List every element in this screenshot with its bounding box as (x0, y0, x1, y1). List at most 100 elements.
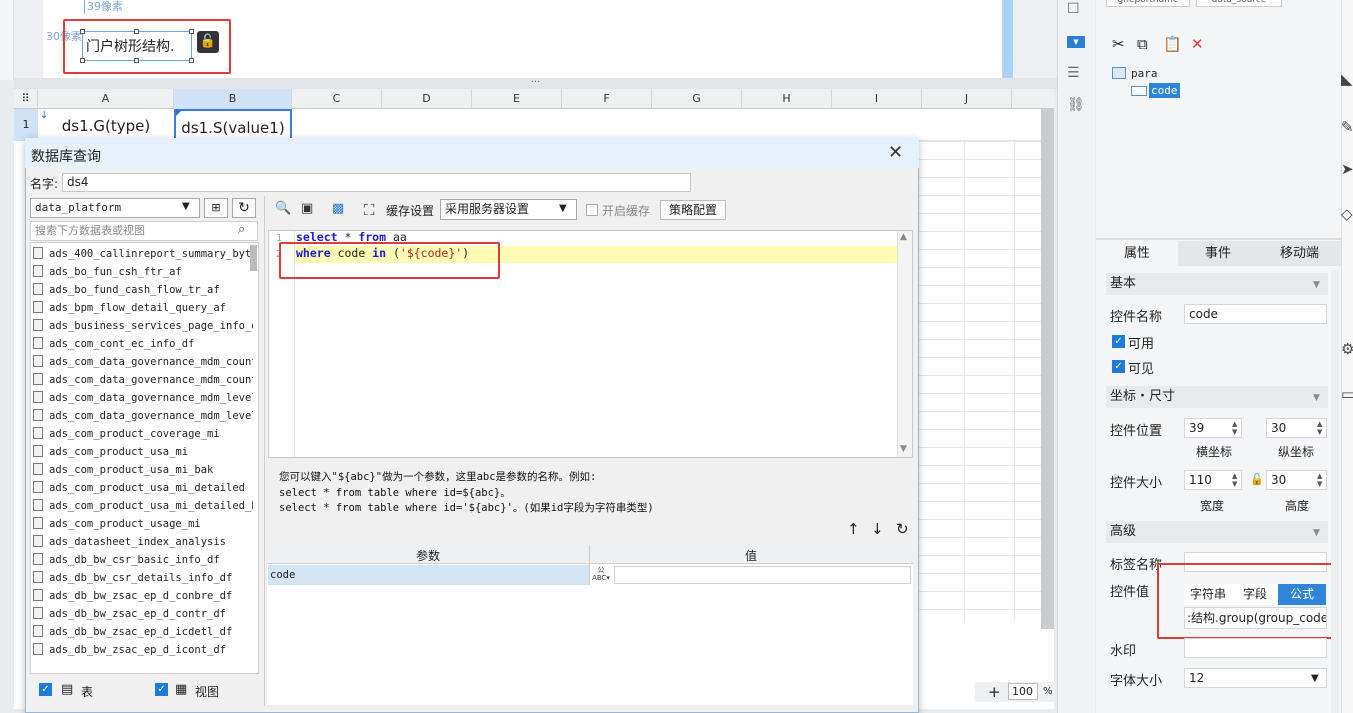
tab-events[interactable]: 事件 (1178, 241, 1258, 266)
list-item[interactable]: ads_db_bw_zsac_ep_d_contr_df (33, 605, 253, 623)
report-tab[interactable]: gneportname (1106, 0, 1190, 7)
brush-icon[interactable]: ◣ (1341, 70, 1353, 88)
list-item[interactable]: ads_com_product_usa_mi_detailed (33, 479, 253, 497)
show-tables-checkbox[interactable]: ✓ (39, 683, 52, 696)
table-list-scrollbar[interactable] (250, 245, 257, 271)
chevron-down-icon[interactable]: ▼ (182, 201, 190, 212)
move-down-icon[interactable]: ↓ (871, 520, 884, 538)
list-item[interactable]: ads_com_data_governance_mdm_level (33, 407, 253, 425)
show-views-checkbox[interactable]: ✓ (155, 683, 168, 696)
search-icon[interactable]: ⌕ (238, 222, 245, 237)
paste-icon[interactable]: 📋 (1163, 35, 1182, 53)
watermark-input[interactable] (1184, 638, 1327, 658)
list-item[interactable]: ads_db_bw_zsac_ep_d_icont_df (33, 641, 253, 659)
list-item[interactable]: ads_com_product_usa_mi_bak (33, 461, 253, 479)
list-item[interactable]: ads_business_services_page_info_d (33, 317, 253, 335)
param-value-input[interactable] (614, 566, 911, 584)
column-header[interactable]: C (292, 89, 382, 109)
cursor-icon[interactable]: ➤ (1341, 160, 1353, 178)
preview-icon[interactable]: 🔍 (275, 201, 291, 216)
stepper-icon[interactable]: ▲ ▼ (1317, 420, 1322, 436)
list-item[interactable]: ads_datasheet_index_analysis (33, 533, 253, 551)
expand-icon[interactable]: ⛶ (364, 201, 375, 219)
widget-name-input[interactable]: code (1184, 304, 1327, 324)
close-icon[interactable]: ✕ (888, 142, 903, 163)
column-header[interactable]: B (174, 89, 292, 109)
list-item[interactable]: ads_com_cont_ec_info_df (33, 335, 253, 353)
datasource-select[interactable]: data_platform (30, 198, 200, 218)
list-widget-icon[interactable]: ☰ (1067, 65, 1080, 81)
settings-icon[interactable]: ⚙ (1341, 340, 1353, 358)
stepper-icon[interactable]: ▲ ▼ (1232, 420, 1237, 436)
dataset-name-input[interactable]: ds4 (62, 173, 691, 192)
list-item[interactable]: ads_db_bw_zsac_ep_d_conbre_df (33, 587, 253, 605)
list-item[interactable]: ads_com_product_usa_mi_detailed_b (33, 497, 253, 515)
column-header[interactable]: F (562, 89, 652, 109)
cell-b1[interactable]: ds1.S(value1) (174, 109, 292, 141)
stepper-icon[interactable]: ▲ ▼ (1317, 472, 1322, 488)
datasource-settings-icon[interactable]: ⊞ (204, 198, 228, 218)
chevron-down-icon[interactable]: ▼ (1313, 393, 1320, 403)
column-header[interactable]: I (832, 89, 922, 109)
visible-checkbox[interactable]: ✓ (1112, 360, 1125, 373)
chevron-down-icon[interactable]: ▼ (1313, 528, 1320, 538)
strategy-config-button[interactable]: 策略配置 (660, 200, 726, 220)
column-header[interactable]: H (742, 89, 832, 109)
row-number[interactable]: 1 (14, 109, 38, 141)
list-item[interactable]: ads_db_bw_csr_basic_info_df (33, 551, 253, 569)
aspect-lock-icon[interactable]: 🔓 (1250, 473, 1264, 486)
tab-mobile[interactable]: 移动端 (1258, 241, 1341, 266)
delete-icon[interactable]: ✕ (1191, 35, 1204, 53)
cell-a1[interactable]: ds1.G(type) (38, 109, 174, 141)
table-list[interactable]: ads_400_callinreport_summary_byty ads_bo… (30, 242, 259, 674)
list-item[interactable]: ads_com_data_governance_mdm_level (33, 389, 253, 407)
cache-server-select[interactable]: 采用服务器设置 (440, 199, 577, 220)
list-item[interactable]: ads_db_bw_csr_details_info_df (33, 569, 253, 587)
enable-cache-checkbox[interactable] (586, 204, 598, 216)
column-header[interactable]: G (652, 89, 742, 109)
table-row[interactable]: code (268, 565, 589, 585)
param-type-icon[interactable]: 公 ABC▾ (590, 566, 612, 584)
panel-divider[interactable] (1096, 238, 1341, 240)
section-geometry[interactable]: 坐标・尺寸 (1106, 386, 1328, 408)
section-advanced[interactable]: 高级 (1106, 521, 1328, 543)
refresh-icon[interactable]: ↻ (232, 198, 256, 218)
tree-node-code[interactable]: code (1149, 83, 1180, 98)
property-scrollbar[interactable] (1331, 270, 1339, 713)
refresh-params-icon[interactable]: ↻ (896, 520, 909, 538)
chevron-up-icon[interactable]: ▲ (900, 232, 907, 242)
font-size-select[interactable]: 12 (1184, 668, 1327, 688)
sql-scrollbar[interactable] (897, 231, 912, 457)
chevron-down-icon[interactable]: ▼ (1311, 673, 1319, 684)
cut-icon[interactable]: ✂ (1112, 35, 1125, 53)
list-item[interactable]: ads_db_bw_zsac_ep_d_icdetl_df (33, 623, 253, 641)
tree-node-para[interactable]: para (1131, 67, 1158, 80)
column-header[interactable]: A (38, 89, 174, 109)
list-item[interactable]: ads_bo_fun_csh_ftr_af (33, 263, 253, 281)
chevron-down-icon[interactable]: ▼ (1313, 280, 1320, 290)
square-icon[interactable]: ☐ (1067, 1, 1080, 17)
list-item[interactable]: ads_com_data_governance_mdm_count (33, 353, 253, 371)
list-item[interactable]: ads_bo_fund_cash_flow_tr_af (33, 281, 253, 299)
dropdown-widget-icon[interactable]: ▼ (1067, 36, 1085, 48)
chevron-down-icon[interactable]: ▼ (559, 203, 567, 214)
column-header[interactable]: J (922, 89, 1012, 109)
shape-icon[interactable]: ◇ (1341, 205, 1353, 223)
column-header[interactable]: E (472, 89, 562, 109)
list-item[interactable]: ads_bpm_flow_detail_query_af (33, 299, 253, 317)
sheet-scrollbar[interactable] (1041, 109, 1054, 629)
move-up-icon[interactable]: ↑ (847, 520, 860, 538)
sql-format-icon[interactable]: ▩ (332, 201, 344, 216)
datasource-tab[interactable]: data_source (1196, 0, 1282, 7)
copy-icon[interactable]: ⧉ (1137, 35, 1148, 53)
list-item[interactable]: ads_com_product_usage_mi (33, 515, 253, 533)
dialog-titlebar[interactable] (25, 138, 919, 168)
list-item[interactable]: ads_com_product_usa_mi (33, 443, 253, 461)
section-basic[interactable]: 基本 (1106, 273, 1328, 295)
zoom-in-icon[interactable]: + (988, 683, 1001, 701)
zoom-input[interactable]: 100 (1008, 683, 1038, 700)
tab-properties[interactable]: 属性 (1096, 241, 1178, 266)
column-header[interactable]: D (382, 89, 472, 109)
link-icon[interactable]: ⛓ (1067, 97, 1085, 113)
chevron-down-icon[interactable]: ▼ (900, 444, 907, 454)
